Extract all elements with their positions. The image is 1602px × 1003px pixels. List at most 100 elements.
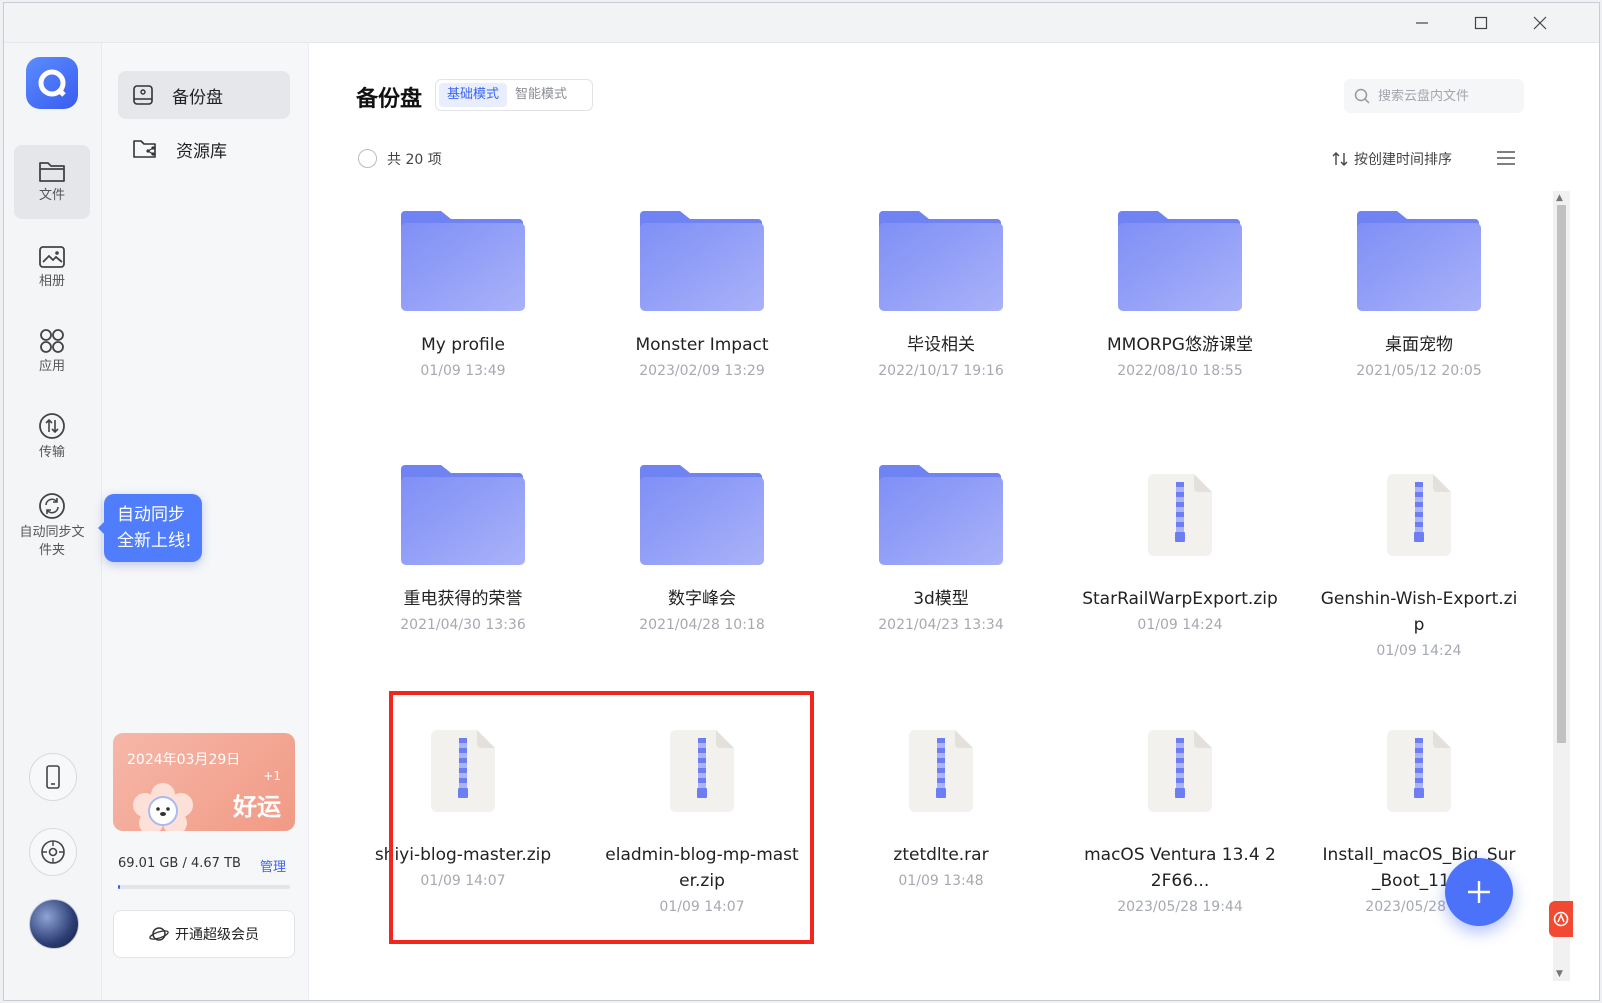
file-item[interactable]: StarRailWarpExport.zip 01/09 14:24: [1065, 455, 1295, 705]
folder-item[interactable]: 重电获得的荣誉 2021/04/30 13:36: [348, 455, 578, 705]
item-name: Monster Impact: [635, 335, 769, 355]
manage-storage-link[interactable]: 管理: [260, 856, 286, 875]
item-name: 桌面宠物: [1385, 335, 1453, 355]
item-timestamp: 2021/04/30 13:36: [400, 617, 526, 633]
item-thumbnail: [1304, 455, 1534, 575]
scroll-up-arrow-icon[interactable]: ▲: [1556, 193, 1563, 203]
rail-item-files[interactable]: 文件: [14, 145, 90, 219]
item-thumbnail: [1065, 201, 1295, 321]
settings-icon[interactable]: [29, 828, 77, 876]
item-name: 数字峰会: [668, 589, 736, 609]
sync-icon: [39, 493, 65, 519]
item-thumbnail: [826, 711, 1056, 831]
item-name: eladmin-blog-mp-master.zip: [605, 845, 799, 891]
plus-icon: [1468, 881, 1490, 903]
item-timestamp: 2021/04/23 13:34: [878, 617, 1004, 633]
maximize-icon[interactable]: [1461, 9, 1501, 37]
backup-drive-icon: [133, 85, 153, 105]
shared-folder-icon: [133, 140, 156, 158]
zip-file-icon: [1387, 474, 1451, 556]
side-app-badge[interactable]: [1549, 901, 1573, 937]
rail-item-transfer[interactable]: 传输: [14, 400, 90, 474]
item-name: StarRailWarpExport.zip: [1082, 589, 1278, 609]
item-thumbnail: [587, 201, 817, 321]
minimize-icon[interactable]: [1402, 9, 1442, 37]
file-grid: My profile 01/09 13:49 Monster Impact 2023/…: [309, 43, 1549, 1000]
phone-icon[interactable]: [29, 753, 77, 801]
file-item[interactable]: ztetdlte.rar 01/09 13:48: [826, 711, 1056, 961]
item-name: macOS Ventura 13.4 22F66...: [1084, 845, 1276, 891]
item-thumbnail: [1065, 711, 1295, 831]
scrollbar-thumb[interactable]: [1557, 205, 1566, 743]
item-timestamp: 01/09 14:24: [1137, 617, 1223, 633]
folder-item[interactable]: 桌面宠物 2021/05/12 20:05: [1304, 201, 1534, 451]
rail-label: 相册: [38, 274, 65, 289]
daily-fortune-card[interactable]: 2024年03月29日 +1 好运: [113, 733, 295, 831]
zip-file-icon: [670, 730, 734, 812]
file-item[interactable]: eladmin-blog-mp-master.zip 01/09 14:07: [587, 711, 817, 961]
item-timestamp: 2023/05/28 19:44: [1117, 899, 1243, 915]
item-caption: My profile 01/09 13:49: [363, 332, 563, 384]
rail-label: 自动同步文件夹: [19, 525, 85, 558]
folder-item[interactable]: Monster Impact 2023/02/09 13:29: [587, 201, 817, 451]
app-window: 文件 相册 应用 传输 自动同步文件夹 备份盘 资源库 2024年03月29日 …: [3, 2, 1600, 1001]
folder-item[interactable]: 数字峰会 2021/04/28 10:18: [587, 455, 817, 705]
file-item[interactable]: Genshin-Wish-Export.zip 01/09 14:24: [1304, 455, 1534, 705]
item-caption: Genshin-Wish-Export.zip 01/09 14:24: [1319, 586, 1519, 664]
item-caption: 重电获得的荣誉 2021/04/30 13:36: [363, 586, 563, 638]
item-timestamp: 2023/02/09 13:29: [639, 363, 765, 379]
item-caption: MMORPG悠游课堂 2022/08/10 18:55: [1080, 332, 1280, 384]
rail-item-photos[interactable]: 相册: [14, 231, 90, 305]
title-bar: [4, 3, 1599, 43]
open-vip-button[interactable]: 开通超级会员: [113, 910, 295, 958]
fortune-text: 好运: [233, 793, 281, 821]
vertical-scrollbar[interactable]: ▲ ▼: [1553, 191, 1570, 981]
item-name: 毕设相关: [907, 335, 975, 355]
add-fab-button[interactable]: [1445, 858, 1513, 926]
zip-file-icon: [1387, 730, 1451, 812]
avatar[interactable]: [29, 899, 79, 949]
file-item[interactable]: shiyi-blog-master.zip 01/09 14:07: [348, 711, 578, 961]
item-caption: shiyi-blog-master.zip 01/09 14:07: [363, 842, 563, 894]
item-caption: Monster Impact 2023/02/09 13:29: [602, 332, 802, 384]
folder-icon: [39, 162, 65, 182]
file-item[interactable]: macOS Ventura 13.4 22F66... 2023/05/28 19…: [1065, 711, 1295, 961]
item-thumbnail: [826, 455, 1056, 575]
folder-item[interactable]: 毕设相关 2022/10/17 19:16: [826, 201, 1056, 451]
item-name: Genshin-Wish-Export.zip: [1320, 589, 1518, 635]
file-item[interactable]: Install_macOS_Big_Sur_Boot_11... 2023/05/…: [1304, 711, 1534, 961]
apps-icon: [40, 329, 64, 353]
item-name: My profile: [421, 335, 505, 355]
folder-item[interactable]: MMORPG悠游课堂 2022/08/10 18:55: [1065, 201, 1295, 451]
close-icon[interactable]: [1520, 9, 1560, 37]
item-name: ztetdlte.rar: [893, 845, 989, 865]
folder-icon: [401, 465, 525, 565]
sidebar-item-backup-drive[interactable]: 备份盘: [118, 71, 290, 119]
rail-item-auto-sync[interactable]: 自动同步文件夹: [14, 483, 90, 569]
item-timestamp: 2022/08/10 18:55: [1117, 363, 1243, 379]
item-thumbnail: [1304, 201, 1534, 321]
rail-label: 文件: [38, 188, 65, 203]
item-thumbnail: [587, 455, 817, 575]
folder-item[interactable]: My profile 01/09 13:49: [348, 201, 578, 451]
tooltip-line: 全新上线!: [117, 531, 192, 551]
auto-sync-tooltip[interactable]: 自动同步 全新上线!: [98, 494, 202, 562]
planet-icon: [149, 927, 169, 941]
app-logo[interactable]: [26, 57, 78, 109]
item-caption: 3d模型 2021/04/23 13:34: [841, 586, 1041, 638]
item-thumbnail: [1304, 711, 1534, 831]
sidebar-item-label: 资源库: [176, 141, 227, 162]
item-timestamp: 01/09 13:48: [898, 873, 984, 889]
scroll-down-arrow-icon[interactable]: ▼: [1556, 969, 1563, 979]
rail-item-apps[interactable]: 应用: [14, 315, 90, 389]
storage-usage: 69.01 GB / 4.67 TB: [118, 856, 241, 871]
item-name: shiyi-blog-master.zip: [374, 845, 552, 865]
item-caption: macOS Ventura 13.4 22F66... 2023/05/28 19…: [1080, 842, 1280, 920]
storage-progress-fill: [118, 885, 120, 889]
item-timestamp: 01/09 14:24: [1376, 643, 1462, 659]
item-name: MMORPG悠游课堂: [1107, 335, 1253, 355]
item-thumbnail: [348, 711, 578, 831]
sidebar-item-resource-library[interactable]: 资源库: [118, 125, 290, 173]
folder-item[interactable]: 3d模型 2021/04/23 13:34: [826, 455, 1056, 705]
app-badge-icon: [1553, 911, 1569, 927]
